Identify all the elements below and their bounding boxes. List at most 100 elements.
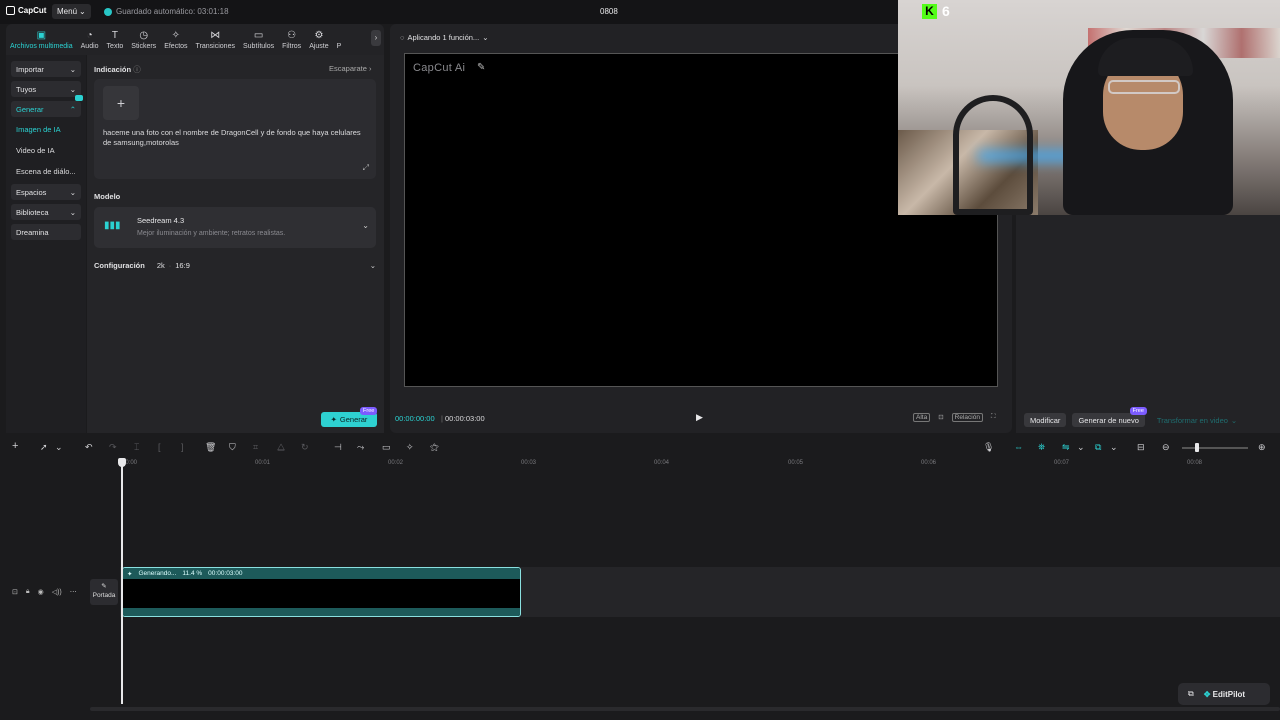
- nav-imagen-ia[interactable]: Imagen de IA: [11, 121, 81, 138]
- fullscreen-icon[interactable]: ⛶: [991, 413, 996, 422]
- audio-icon[interactable]: ◁)): [52, 588, 62, 596]
- model-selector[interactable]: ▮▮▮ Seedream 4.3 Mejor iluminación y amb…: [94, 207, 376, 248]
- generating-clip[interactable]: ✦ Generando... 11.4 % 00:00:03:00: [122, 567, 521, 617]
- preview-axis-icon[interactable]: ⧉: [1095, 442, 1101, 453]
- zoom-slider[interactable]: [1182, 447, 1248, 449]
- chevron-down-icon[interactable]: ⌄: [1110, 442, 1118, 453]
- lock-icon[interactable]: 🔒︎: [26, 588, 30, 596]
- split-icon[interactable]: ⌶: [134, 442, 139, 453]
- effects-icon: ✧: [171, 30, 181, 41]
- microphone-icon[interactable]: 🎙: [983, 442, 994, 453]
- total-timecode: 00:00:03:00: [445, 414, 485, 423]
- feedback-icon[interactable]: ⧉: [1188, 689, 1194, 699]
- escaparate-link[interactable]: Escaparate ›: [329, 64, 372, 73]
- chevron-down-icon: ⌄: [69, 207, 76, 217]
- shield-icon[interactable]: ⛉: [229, 442, 236, 453]
- tab-media[interactable]: ▣ Archivos multimedia: [6, 24, 77, 55]
- prompt-box[interactable]: + haceme una foto con el nombre de Drago…: [94, 79, 376, 179]
- chevron-right-icon: ›: [374, 33, 378, 42]
- eye-icon[interactable]: ◉: [38, 588, 44, 596]
- tab-adjust[interactable]: ⚙ Ajuste: [305, 24, 332, 55]
- tick-label: 00:07: [1054, 460, 1070, 466]
- linkage-icon[interactable]: ⇋: [1062, 442, 1070, 453]
- add-reference-button[interactable]: +: [103, 86, 139, 120]
- nav-video-ia[interactable]: Video de IA: [11, 142, 81, 159]
- nav-espacios[interactable]: Espacios ⌄: [11, 184, 81, 200]
- crop-icon[interactable]: ⌗: [253, 442, 258, 453]
- tab-effects[interactable]: ✧ Efectos: [160, 24, 191, 55]
- applying-status[interactable]: ◌ Aplicando 1 función... ⌄: [400, 33, 488, 42]
- trim-right-icon[interactable]: ]: [181, 442, 184, 452]
- playhead-handle[interactable]: [118, 458, 126, 467]
- nav-escena-dialogo[interactable]: Escena de diálo...: [11, 163, 81, 180]
- sticker-icon: ◷: [139, 30, 149, 41]
- tab-more[interactable]: P: [333, 24, 346, 55]
- zoom-slider-handle[interactable]: [1195, 443, 1199, 452]
- caption-icon[interactable]: ▭: [382, 442, 391, 453]
- tab-filters[interactable]: ⚇ Filtros: [278, 24, 305, 55]
- transitions-icon: ⋈: [210, 30, 221, 41]
- zoom-in-icon[interactable]: ⊕: [1258, 442, 1266, 453]
- magic-edit-icon[interactable]: ✧: [406, 442, 414, 453]
- modificar-button[interactable]: Modificar: [1024, 413, 1067, 427]
- quality-button[interactable]: Alta: [913, 413, 931, 422]
- tabs-scroll-right-button[interactable]: ›: [371, 30, 381, 46]
- play-icon[interactable]: ▶: [696, 412, 703, 423]
- new-badge-icon: [75, 95, 83, 101]
- add-track-icon[interactable]: +: [12, 440, 18, 452]
- generar-de-nuevo-button[interactable]: Generar de nuevo Free: [1072, 407, 1147, 427]
- tab-stickers[interactable]: ◷ Stickers: [127, 24, 160, 55]
- ratio-button[interactable]: Relación: [951, 413, 983, 422]
- nav-biblioteca[interactable]: Biblioteca ⌄: [11, 204, 81, 220]
- menu-button[interactable]: Menú ⌄: [52, 4, 91, 19]
- captions-toggle-icon[interactable]: ⊟: [1137, 442, 1145, 453]
- timeline-ruler[interactable]: 00:00 00:01 00:02 00:03 00:04 00:05 00:0…: [90, 459, 1280, 471]
- nav-generar[interactable]: Generar ⌃: [11, 95, 83, 117]
- clip-duration: 00:00:03:00: [208, 570, 243, 577]
- trim-left-icon[interactable]: [: [158, 442, 161, 452]
- editpilot-button[interactable]: ⧉ ✥ EditPilot: [1178, 683, 1270, 705]
- nav-importar[interactable]: Importar ⌄: [11, 61, 81, 77]
- rotate-icon[interactable]: ↻: [301, 442, 309, 453]
- redo-icon[interactable]: ↷: [109, 442, 117, 453]
- ai-person-icon[interactable]: ⚝: [430, 442, 439, 453]
- tab-subtitles[interactable]: ▭ Subtítulos: [239, 24, 278, 55]
- clip-progress: 11.4 %: [182, 570, 203, 577]
- prompt-input[interactable]: haceme una foto con el nombre de DragonC…: [103, 128, 363, 148]
- config-row[interactable]: Configuración 2k · 16:9 ⌄: [94, 258, 376, 272]
- transformar-video-button[interactable]: Transformar en video ⌄: [1151, 413, 1243, 427]
- playhead[interactable]: [121, 459, 123, 704]
- ratio-value: 16:9: [175, 260, 190, 270]
- more-icon[interactable]: ⋯: [70, 588, 77, 596]
- pencil-icon[interactable]: ✎: [477, 62, 485, 73]
- separator-dot: ·: [168, 260, 172, 270]
- capcut-logo-icon: [6, 6, 15, 15]
- auto-snap-icon[interactable]: ⛯: [1038, 442, 1045, 453]
- undo-icon[interactable]: ↶: [85, 442, 93, 453]
- expand-icon[interactable]: ⤢: [363, 163, 369, 173]
- chevron-right-icon: ›: [369, 64, 372, 73]
- freeze-icon[interactable]: ⊣: [334, 442, 342, 453]
- tab-text[interactable]: T Texto: [103, 24, 128, 55]
- tab-audio[interactable]: ◔ Audio: [77, 24, 103, 55]
- nav-dreamina[interactable]: Dreamina: [11, 224, 81, 240]
- media-icon: ▣: [36, 30, 47, 41]
- nav-tuyos[interactable]: Tuyos ⌄: [11, 81, 81, 97]
- track-toggle-icon[interactable]: ⊡: [12, 588, 18, 596]
- chevron-down-icon[interactable]: ⌄: [55, 442, 63, 453]
- delete-icon[interactable]: 🗑: [205, 442, 216, 453]
- main-track-magnet-icon[interactable]: ⇔: [1014, 442, 1023, 452]
- zoom-out-icon[interactable]: ⊖: [1162, 442, 1170, 453]
- cover-button[interactable]: ✎ Portada: [90, 579, 118, 605]
- viewer-count: 6: [942, 3, 950, 19]
- speed-icon[interactable]: ⤳: [357, 442, 364, 453]
- mirror-icon[interactable]: ⧋: [277, 442, 285, 453]
- tick-label: 00:01: [255, 460, 271, 466]
- tab-transitions[interactable]: ⋈ Transiciones: [192, 24, 239, 55]
- horizontal-scrollbar[interactable]: [90, 707, 1280, 711]
- project-name[interactable]: 0808: [600, 7, 618, 16]
- chevron-down-icon: ⌄: [69, 64, 76, 74]
- fit-icon[interactable]: ⊡: [938, 413, 943, 422]
- cursor-select-icon[interactable]: ➚: [40, 442, 48, 453]
- chevron-down-icon[interactable]: ⌄: [1077, 442, 1085, 453]
